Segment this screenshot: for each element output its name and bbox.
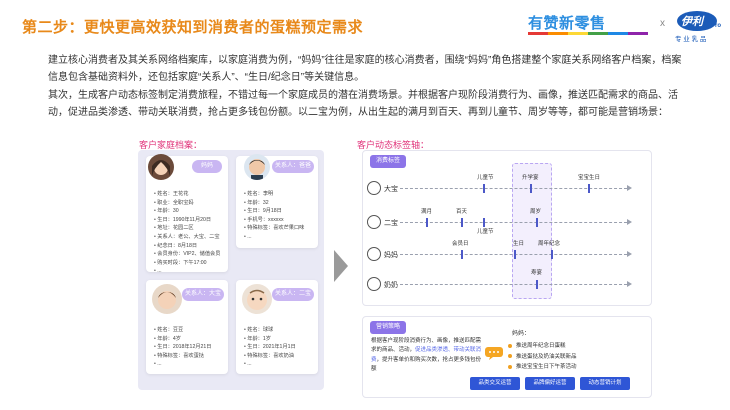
mama-icon (367, 247, 381, 261)
timeline-tick (461, 218, 463, 227)
paragraph-1: 建立核心消费者及其关系网络档案库，以家庭消费为例，“妈妈”往往是家庭的核心消费者… (48, 55, 682, 84)
timeline-event: 满月 (421, 209, 433, 215)
timeline-row-label: 大宝 (384, 186, 398, 193)
strategy-text: 根据客户现阶段消费行为、画像，推送匹配需求的商品、活动，促进品类渗透、带动关联消… (371, 338, 482, 373)
timeline-tick (461, 250, 463, 259)
timeline-tick (588, 184, 590, 193)
dynamic-marketing-button[interactable]: 动态营销计划 (580, 377, 630, 390)
timeline-highlight (512, 163, 552, 299)
timeline-row-label: 二宝 (384, 220, 398, 227)
paragraph-2: 其次，生成客户动态标签制定消费旅程，不错过每一个家庭成员的潜在消费场景。并根据客… (48, 89, 678, 119)
dabao-icon (367, 181, 381, 195)
timeline-tick (536, 218, 538, 227)
profile-tag: 关系人：二宝 (272, 288, 314, 301)
header: 第二步：更快更高效获知到消费者的蛋糕预定需求 有赞新零售 x 伊利 Pro 专 … (0, 0, 730, 48)
timeline-event: 宝宝生日 (578, 175, 601, 181)
timeline-event: 生日 (513, 241, 525, 247)
timeline-tick (514, 250, 516, 259)
logo-name: 伊利 (681, 16, 703, 28)
logo-pro: Pro (711, 23, 722, 29)
page-title: 第二步：更快更高效获知到消费者的蛋糕预定需求 (22, 19, 364, 36)
category-cross-button[interactable]: 品类交叉运营 (470, 377, 520, 390)
timeline-event: 升学宴 (522, 175, 539, 181)
timeline-tick (536, 280, 538, 289)
timeline-tag: 消费标签 (370, 155, 406, 168)
profile-tag: 关系人：爸爸 (272, 160, 314, 173)
timeline-row-label: 奶奶 (384, 282, 398, 289)
timeline-axis (400, 188, 627, 189)
yili-logo: 伊利 Pro 专 业 乳 品 (675, 9, 723, 43)
profile-fields: 姓名：王花花 职业：全职宝妈 年龄：30 生日：1990年11月20日 地址：花… (154, 190, 220, 276)
timeline-tick (530, 184, 532, 193)
body-text: 建立核心消费者及其关系网络档案库，以家庭消费为例，“妈妈”往往是家庭的核心消费者… (48, 52, 688, 122)
chat-bubble-icon (485, 347, 503, 360)
timeline-axis (400, 222, 627, 223)
bullet-item: 推送蛋挞及奶油关联新品 (508, 352, 577, 363)
brand-underline (528, 32, 648, 35)
strategy-tag: 营销策略 (370, 321, 406, 334)
timeline-axis (400, 284, 627, 285)
strategy-bullets: 推送周年纪念日蛋糕 推送蛋挞及奶油关联新品 推送宝宝生日下午茶活动 (508, 341, 577, 373)
axis-arrow-icon (627, 251, 632, 257)
dad-avatar (244, 154, 270, 180)
timeline-event: 儿童节 (477, 229, 494, 235)
timeline-tick (551, 250, 553, 259)
mama-strategy-title: 妈妈： (512, 331, 531, 337)
profile-tag: 妈妈 (192, 160, 222, 173)
timeline-event: 百天 (456, 209, 468, 215)
erbao-icon (367, 215, 381, 229)
dabao-avatar (152, 284, 182, 314)
timeline-panel (362, 150, 652, 306)
profile-tag: 关系人：大宝 (182, 288, 224, 301)
timeline-event: 会员日 (452, 241, 469, 247)
timeline-event: 周年纪念 (538, 241, 561, 247)
nainai-icon (367, 277, 381, 291)
flow-arrow-icon (334, 250, 348, 282)
timeline-event: 儿童节 (477, 175, 494, 181)
timeline-row-label: 妈妈 (384, 252, 398, 259)
axis-arrow-icon (627, 219, 632, 225)
separator: x (660, 18, 665, 29)
timeline-event: 寿宴 (531, 270, 543, 276)
timeline-event: 周岁 (530, 209, 542, 215)
mama-avatar (148, 154, 174, 180)
brand-logo-text: 有赞新零售 (528, 15, 606, 32)
timeline-tick (483, 184, 485, 193)
profile-fields: 姓名：豆豆 年龄：4岁 生日：2018年12月21日 特殊标签：喜欢蛋挞 ... (154, 326, 211, 369)
profile-fields: 姓名：李明 年龄：32 生日：9月18日 手机号：xxxxxx 特殊标签：喜欢芒… (244, 190, 304, 242)
family-profile-panel: 妈妈 姓名：王花花 职业：全职宝妈 年龄：30 生日：1990年11月20日 地… (138, 150, 324, 390)
logo-tagline: 专 业 乳 品 (675, 36, 707, 43)
brand-preference-button[interactable]: 品牌偏好运营 (525, 377, 575, 390)
axis-arrow-icon (627, 281, 632, 287)
timeline-tick (426, 218, 428, 227)
profile-fields: 姓名：球球 年龄：1岁 生日：2021年1月1日 特殊标签：喜欢奶油 ... (244, 326, 295, 369)
erbao-avatar (242, 284, 272, 314)
axis-arrow-icon (627, 185, 632, 191)
timeline-tick (483, 218, 485, 227)
bullet-item: 推送宝宝生日下午茶活动 (508, 362, 577, 373)
bullet-item: 推送周年纪念日蛋糕 (508, 341, 577, 352)
